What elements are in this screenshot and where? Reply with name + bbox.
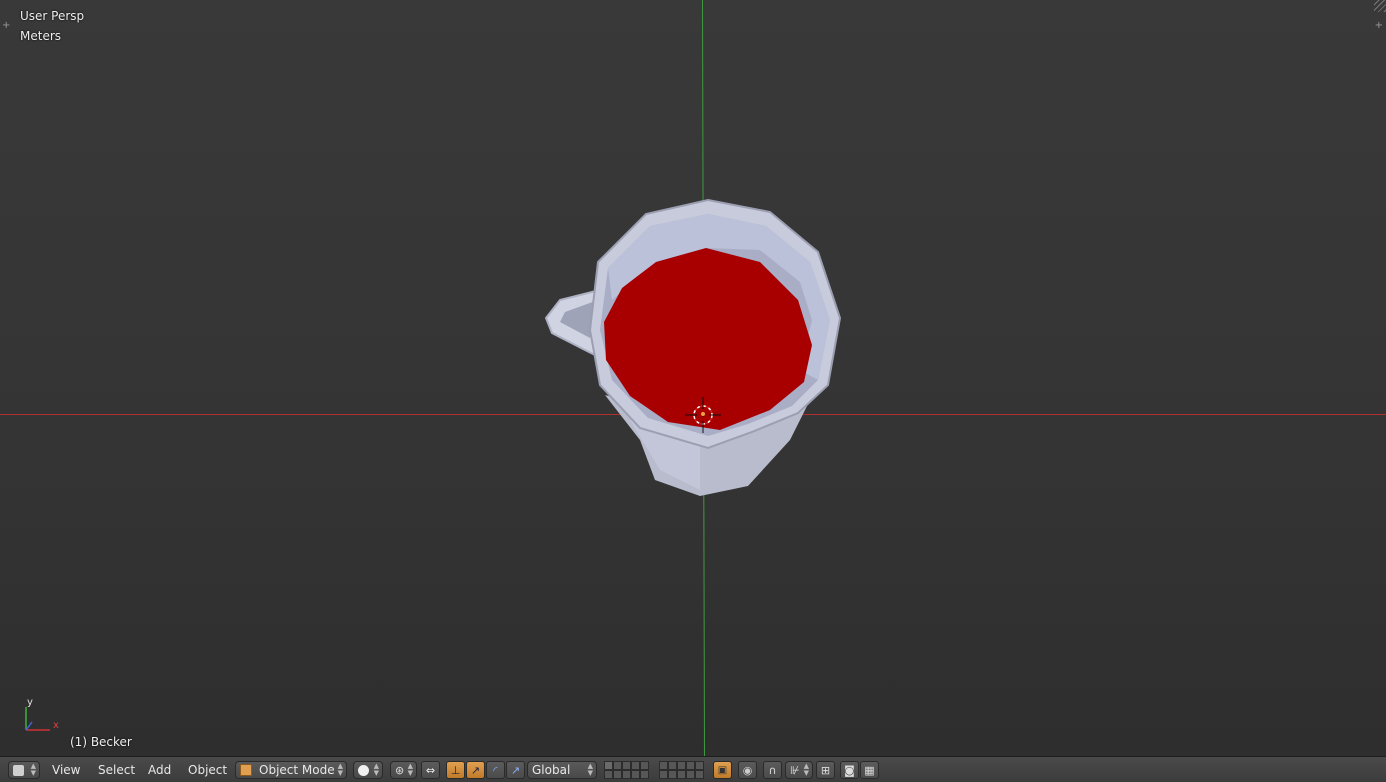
snap-toggle-button[interactable]: ∩ (763, 761, 782, 779)
pivot-point-button[interactable]: ⊛ ▲ ▼ (390, 761, 417, 779)
lock-layers-button[interactable]: ▣ (713, 761, 732, 779)
scale-handle-button[interactable]: ↗ (506, 761, 525, 779)
editor-type-button[interactable]: ▲ ▼ (8, 761, 40, 779)
manipulator-button[interactable]: ⇔ (421, 761, 440, 779)
viewport-shading-button[interactable]: ▲ ▼ (353, 761, 383, 779)
render-animation-button[interactable]: ▦ (860, 761, 879, 779)
opengl-render-icon: ◙ (844, 763, 855, 777)
lock-icon: ▣ (717, 764, 728, 776)
area-corner-handle[interactable] (1374, 0, 1386, 12)
pivot-point-icon: ⊛ (395, 763, 405, 777)
3d-viewport[interactable]: y x User Persp Meters (1) Becker + + (0, 0, 1386, 756)
snap-element-icon: ⊮ (790, 763, 800, 777)
gizmo-label-y: y (27, 697, 33, 708)
gizmo-label-x: x (53, 720, 59, 731)
translate-icon: ⊥ (450, 763, 461, 777)
orientation-label: Global (532, 763, 571, 777)
menu-add[interactable]: Add (142, 761, 177, 779)
rotate-button[interactable]: ↗ (466, 761, 485, 779)
render-animation-icon: ▦ (864, 763, 875, 777)
layers-grid-1[interactable] (604, 761, 649, 779)
editor-type-icon (13, 764, 24, 776)
axis-gizmo: y x (25, 697, 59, 731)
menu-view[interactable]: View (46, 761, 86, 779)
viewport-shading-icon (358, 764, 369, 776)
snap-icon: ∩ (768, 763, 777, 777)
object-mode-icon (240, 764, 252, 776)
manipulator-icon: ⇔ (425, 763, 436, 777)
area-split-corner-left[interactable]: + (2, 20, 10, 31)
scale-button[interactable]: ◜ (486, 761, 505, 779)
area-split-corner-right[interactable]: + (1375, 20, 1383, 31)
active-object-label: (1) Becker (70, 735, 132, 749)
rotate-icon: ↗ (470, 763, 481, 777)
scene: y x (0, 0, 1386, 756)
scale-icon: ◜ (493, 763, 498, 777)
orientation-selector[interactable]: Global ▲ ▼ (527, 761, 597, 779)
opengl-render-button[interactable]: ◙ (840, 761, 859, 779)
object-origin (701, 412, 705, 416)
menu-select[interactable]: Select (92, 761, 141, 779)
snap-target-button[interactable]: ⊞ (816, 761, 835, 779)
proportional-edit-button[interactable]: ◉ (738, 761, 757, 779)
layers-grid-2[interactable] (659, 761, 704, 779)
mode-label: Object Mode (259, 763, 335, 777)
menu-object[interactable]: Object (182, 761, 233, 779)
viewport-header: ▲ ▼ View Select Add Object Object Mode ▲ ▼… (0, 756, 1386, 782)
snap-target-icon: ⊞ (820, 763, 831, 777)
proportional-edit-icon: ◉ (742, 763, 753, 777)
units-label: Meters (20, 29, 62, 43)
mode-selector[interactable]: Object Mode ▲ ▼ (235, 761, 347, 779)
translate-button[interactable]: ⊥ (446, 761, 465, 779)
scale-handle-icon: ↗ (510, 763, 521, 777)
view-name-label: User Persp (20, 9, 85, 23)
snap-element-button[interactable]: ⊮ ▲ ▼ (785, 761, 813, 779)
